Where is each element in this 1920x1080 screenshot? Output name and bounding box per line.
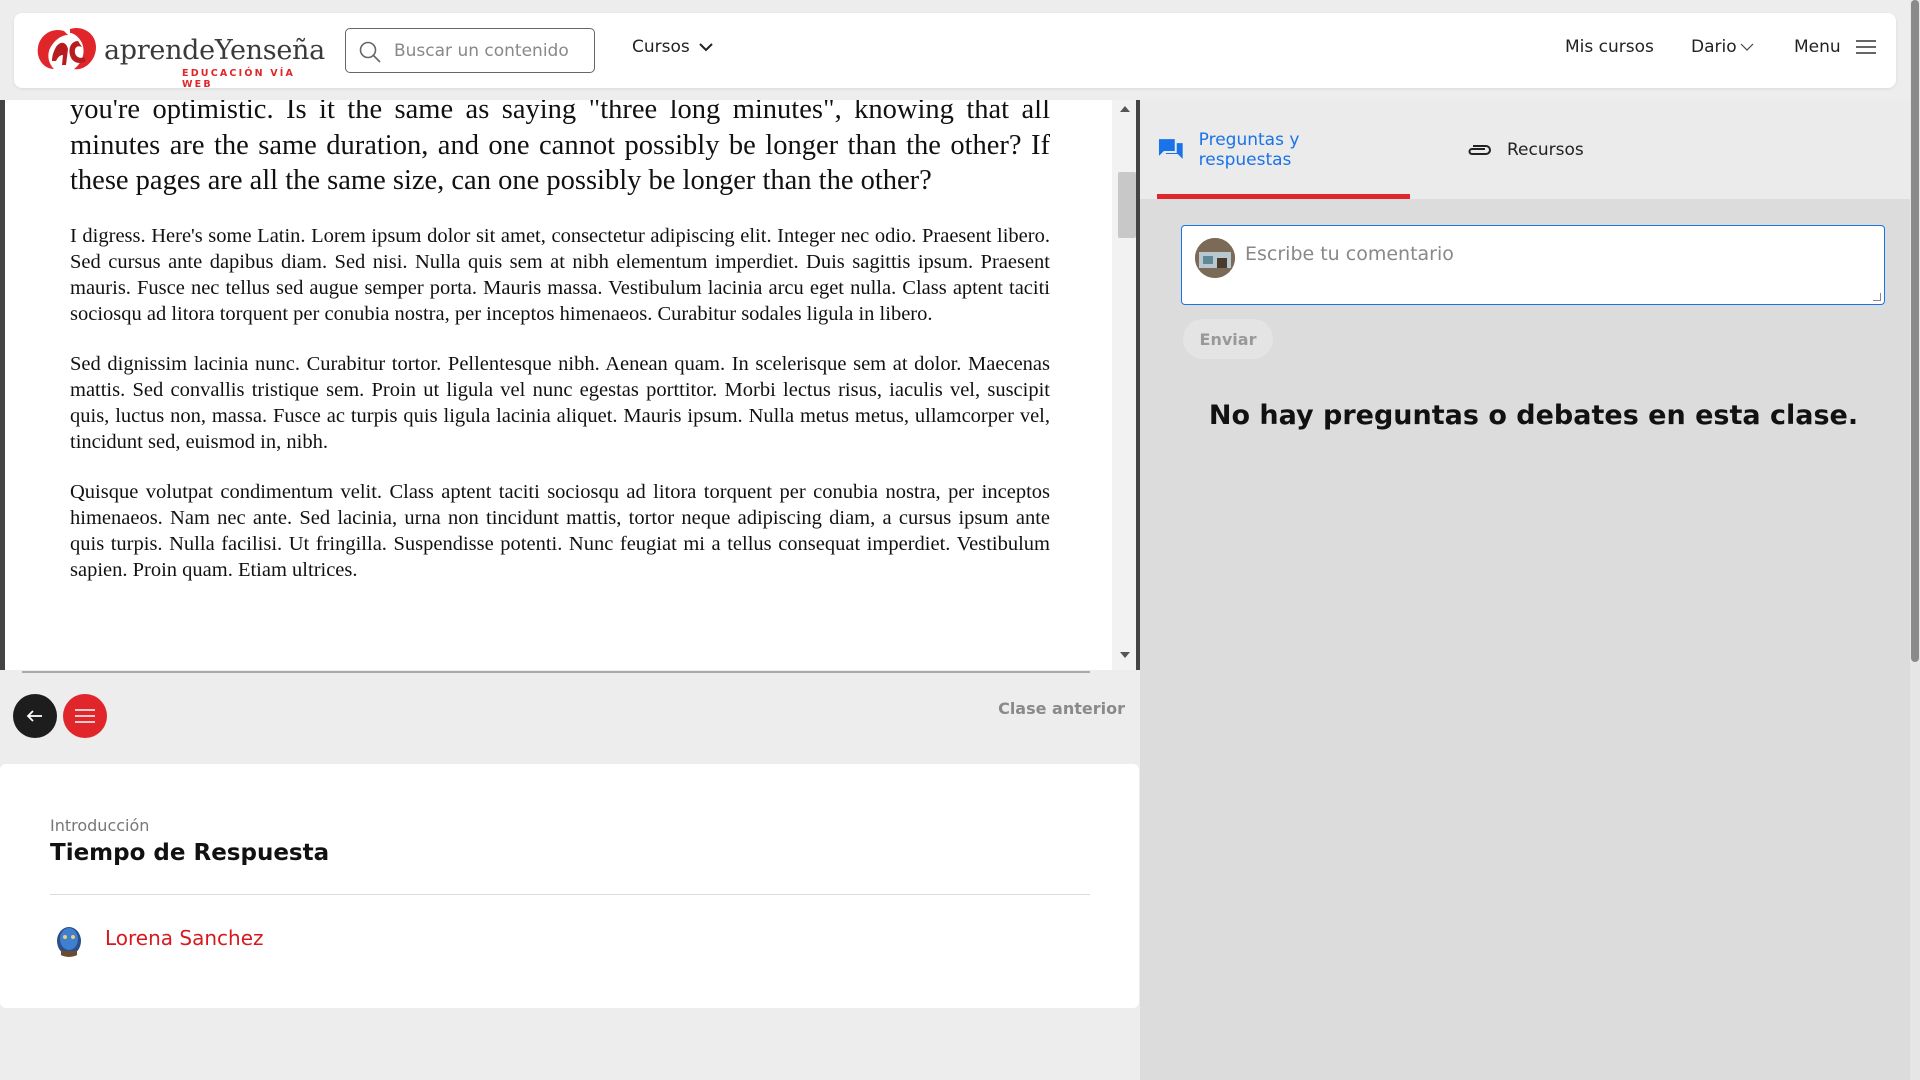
tab-label: Preguntas y respuestas xyxy=(1198,129,1300,170)
chat-bubbles-icon xyxy=(1158,138,1183,159)
list-icon xyxy=(75,709,95,723)
avatar-image-icon xyxy=(1195,238,1235,278)
author-name-link[interactable]: Lorena Sanchez xyxy=(105,926,264,950)
chevron-down-icon xyxy=(699,43,713,52)
document-viewer[interactable]: you're optimistic. Is it the same as say… xyxy=(0,100,1140,670)
viewer-divider xyxy=(22,671,1090,673)
page-scroll-thumb[interactable] xyxy=(1911,0,1919,662)
main-menu-button[interactable]: Menu xyxy=(1794,37,1877,57)
chevron-down-icon xyxy=(1740,43,1754,51)
resize-handle-icon[interactable] xyxy=(1873,293,1881,301)
nav-mis-cursos-label: Mis cursos xyxy=(1565,37,1654,57)
avatar-image-icon xyxy=(57,927,81,957)
discussion-panel: Preguntas y respuestas Recursos Enviar N… xyxy=(1140,100,1910,1080)
logo-wordmark: aprendeYenseña xyxy=(104,35,325,66)
logo-mark-icon xyxy=(37,27,96,70)
user-name: Dario xyxy=(1691,37,1737,57)
user-menu[interactable]: Dario xyxy=(1691,37,1754,57)
lesson-list-button[interactable] xyxy=(63,694,107,738)
panel-tabs: Preguntas y respuestas Recursos xyxy=(1140,100,1910,199)
scroll-up-arrow-icon[interactable] xyxy=(1120,106,1130,112)
logo-tagline: EDUCACIÓN VÍA WEB xyxy=(182,68,296,90)
divider xyxy=(50,894,1090,895)
site-logo[interactable]: aprendeYenseña EDUCACIÓN VÍA WEB xyxy=(34,23,325,90)
tab-resources[interactable]: Recursos xyxy=(1465,100,1584,199)
send-button[interactable]: Enviar xyxy=(1183,319,1273,359)
scroll-down-arrow-icon[interactable] xyxy=(1120,652,1130,658)
lesson-category: Introducción xyxy=(50,816,150,835)
previous-class-link[interactable]: Clase anterior xyxy=(985,699,1125,718)
back-button[interactable] xyxy=(13,694,57,738)
comment-input[interactable] xyxy=(1245,240,1865,268)
menu-label: Menu xyxy=(1794,37,1841,57)
current-user-avatar xyxy=(1195,238,1235,278)
document-scroll-thumb[interactable] xyxy=(1118,172,1136,238)
document-paragraph: I digress. Here's some Latin. Lorem ipsu… xyxy=(70,224,1050,325)
document-paragraph: you're optimistic. Is it the same as say… xyxy=(70,100,1050,196)
author-avatar[interactable] xyxy=(51,921,87,957)
lesson-info-card: Introducción Tiempo de Respuesta Lorena … xyxy=(0,764,1139,1008)
nav-mis-cursos[interactable]: Mis cursos xyxy=(1565,37,1654,57)
empty-state-message: No hay preguntas o debates en esta clase… xyxy=(1208,400,1859,431)
search-box[interactable] xyxy=(345,28,595,73)
tab-questions-answers[interactable]: Preguntas y respuestas xyxy=(1157,100,1395,199)
nav-cursos-label: Cursos xyxy=(632,37,690,57)
tab-label: Recursos xyxy=(1507,139,1584,160)
comment-box[interactable] xyxy=(1181,225,1885,305)
hamburger-icon xyxy=(1855,40,1876,54)
active-tab-indicator xyxy=(1157,194,1410,199)
search-input[interactable] xyxy=(394,38,584,64)
lesson-title: Tiempo de Respuesta xyxy=(50,840,330,866)
document-content: you're optimistic. Is it the same as say… xyxy=(70,100,1050,583)
paperclip-icon xyxy=(1468,144,1491,155)
nav-cursos-dropdown[interactable]: Cursos xyxy=(632,37,714,57)
document-paragraph: Quisque volutpat condimentum velit. Clas… xyxy=(70,480,1050,581)
top-navbar: aprendeYenseña EDUCACIÓN VÍA WEB Cursos … xyxy=(14,13,1896,90)
arrow-left-icon xyxy=(26,710,42,722)
search-icon xyxy=(359,41,381,63)
document-paragraph: Sed dignissim lacinia nunc. Curabitur to… xyxy=(70,352,1050,453)
